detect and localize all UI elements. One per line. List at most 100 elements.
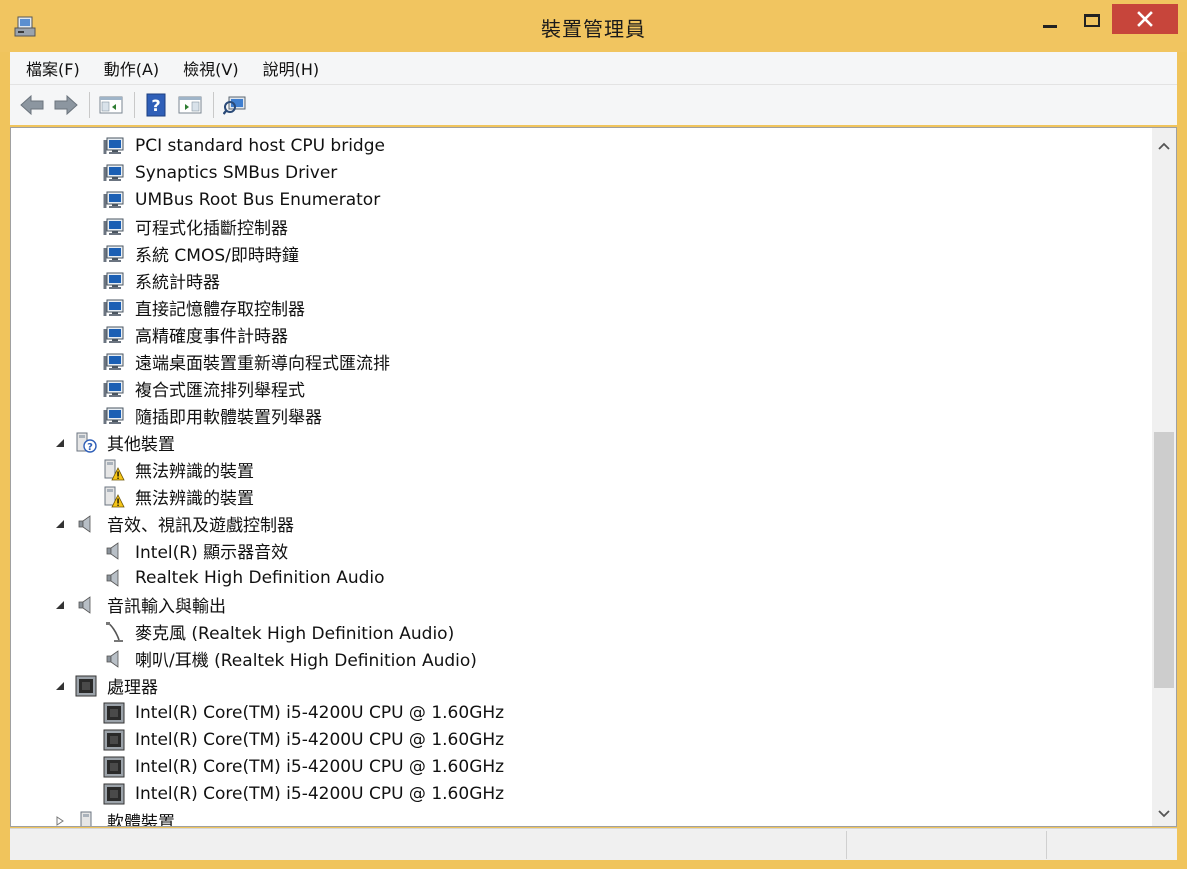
speaker-icon xyxy=(75,594,97,616)
tree-category[interactable]: ? 其他裝置 xyxy=(11,429,1151,456)
tree-device-item[interactable]: Intel(R) Core(TM) i5-4200U CPU @ 1.60GHz xyxy=(11,753,1151,780)
tree-device-item[interactable]: Intel(R) 顯示器音效 xyxy=(11,537,1151,564)
tree-device-item[interactable]: Synaptics SMBus Driver xyxy=(11,159,1151,186)
system-device-icon xyxy=(103,135,125,157)
menu-help[interactable]: 說明(H) xyxy=(253,52,330,84)
maximize-icon xyxy=(1084,13,1100,27)
system-device-icon xyxy=(103,243,125,265)
tree-item-label: Realtek High Definition Audio xyxy=(135,567,385,588)
speaker-icon xyxy=(103,648,125,670)
status-pane xyxy=(1046,831,1177,859)
menu-view[interactable]: 檢視(V) xyxy=(173,52,248,84)
system-device-icon xyxy=(103,189,125,211)
tree-device-item[interactable]: 系統計時器 xyxy=(11,267,1151,294)
tree-item-label: PCI standard host CPU bridge xyxy=(135,135,385,156)
tree-item-label: 高精確度事件計時器 xyxy=(135,327,288,347)
warning-device-icon xyxy=(103,459,125,481)
tree-item-label: 遠端桌面裝置重新導向程式匯流排 xyxy=(135,354,390,374)
scroll-down-button[interactable] xyxy=(1152,802,1176,826)
forward-button[interactable] xyxy=(50,89,82,121)
tree-device-item[interactable]: 喇叭/耳機 (Realtek High Definition Audio) xyxy=(11,645,1151,672)
minimize-button[interactable] xyxy=(1030,4,1070,36)
svg-text:?: ? xyxy=(87,442,93,453)
maximize-button[interactable] xyxy=(1072,4,1112,36)
title-bar: 裝置管理員 xyxy=(0,0,1187,52)
collapsed-arrow-icon[interactable] xyxy=(53,814,67,827)
tree-item-label: 直接記憶體存取控制器 xyxy=(135,300,305,320)
properties-pane-button[interactable] xyxy=(174,89,206,121)
tree-device-item[interactable]: Intel(R) Core(TM) i5-4200U CPU @ 1.60GHz xyxy=(11,726,1151,753)
chevron-down-icon xyxy=(1158,810,1170,818)
speaker-icon xyxy=(75,513,97,535)
tree-item-label: 隨插即用軟體裝置列舉器 xyxy=(135,408,322,428)
status-bar xyxy=(10,828,1177,860)
expanded-arrow-icon[interactable] xyxy=(53,517,67,531)
tree-device-item[interactable]: Intel(R) Core(TM) i5-4200U CPU @ 1.60GHz xyxy=(11,780,1151,807)
help-button[interactable]: ? xyxy=(140,89,172,121)
tree-category[interactable]: 處理器 xyxy=(11,672,1151,699)
tree-item-label: 喇叭/耳機 (Realtek High Definition Audio) xyxy=(135,651,477,671)
tree-device-item[interactable]: 隨插即用軟體裝置列舉器 xyxy=(11,402,1151,429)
system-device-icon xyxy=(103,351,125,373)
tree-item-label: 系統計時器 xyxy=(135,273,220,293)
tree-device-item[interactable]: 複合式匯流排列舉程式 xyxy=(11,375,1151,402)
tree-item-label: Intel(R) Core(TM) i5-4200U CPU @ 1.60GHz xyxy=(135,756,505,777)
scroll-thumb[interactable] xyxy=(1154,432,1174,688)
tree-item-label: Synaptics SMBus Driver xyxy=(135,162,338,183)
tree-device-item[interactable]: Intel(R) Core(TM) i5-4200U CPU @ 1.60GHz xyxy=(11,699,1151,726)
vertical-scrollbar[interactable] xyxy=(1152,128,1176,826)
tree-category[interactable]: 音效、視訊及遊戲控制器 xyxy=(11,510,1151,537)
tree-item-label: 音效、視訊及遊戲控制器 xyxy=(107,516,294,536)
properties-icon xyxy=(178,96,202,114)
tree-device-item[interactable]: 可程式化插斷控制器 xyxy=(11,213,1151,240)
speaker-icon xyxy=(103,567,125,589)
tree-item-label: Intel(R) Core(TM) i5-4200U CPU @ 1.60GHz xyxy=(135,729,505,750)
processor-icon xyxy=(103,756,125,778)
status-pane xyxy=(846,831,1046,859)
svg-text:?: ? xyxy=(151,96,160,115)
help-icon: ? xyxy=(146,93,166,117)
system-device-icon xyxy=(103,405,125,427)
tree-item-label: 處理器 xyxy=(107,678,158,698)
scan-hardware-icon xyxy=(223,96,246,115)
tree-item-label: 無法辨識的裝置 xyxy=(135,489,254,509)
arrow-left-icon xyxy=(20,94,44,116)
tree-item-label: 軟體裝置 xyxy=(107,813,175,827)
tree-device-item[interactable]: Realtek High Definition Audio xyxy=(11,564,1151,591)
tree-item-label: 可程式化插斷控制器 xyxy=(135,219,288,239)
tree-device-item[interactable]: 直接記憶體存取控制器 xyxy=(11,294,1151,321)
back-button[interactable] xyxy=(16,89,48,121)
system-device-icon xyxy=(103,297,125,319)
menu-file[interactable]: 檔案(F) xyxy=(16,52,90,84)
show-hide-console-tree-button[interactable] xyxy=(95,89,127,121)
scroll-up-button[interactable] xyxy=(1152,134,1176,158)
system-device-icon xyxy=(103,378,125,400)
tree-category[interactable]: 軟體裝置 xyxy=(11,807,1151,827)
toolbar-separator xyxy=(213,92,214,118)
system-device-icon xyxy=(103,270,125,292)
tree-device-item[interactable]: 無法辨識的裝置 xyxy=(11,483,1151,510)
tree-category[interactable]: 音訊輸入與輸出 xyxy=(11,591,1151,618)
system-device-icon xyxy=(103,216,125,238)
tree-device-item[interactable]: 系統 CMOS/即時時鐘 xyxy=(11,240,1151,267)
menu-action[interactable]: 動作(A) xyxy=(94,52,169,84)
toolbar: ? xyxy=(10,85,1177,125)
system-device-icon xyxy=(103,162,125,184)
close-button[interactable] xyxy=(1112,4,1178,34)
expanded-arrow-icon[interactable] xyxy=(53,679,67,693)
expanded-arrow-icon[interactable] xyxy=(53,598,67,612)
processor-icon xyxy=(103,702,125,724)
tree-item-label: 系統 CMOS/即時時鐘 xyxy=(135,246,299,266)
tree-device-item[interactable]: PCI standard host CPU bridge xyxy=(11,132,1151,159)
tree-device-item[interactable]: 無法辨識的裝置 xyxy=(11,456,1151,483)
tree-device-item[interactable]: UMBus Root Bus Enumerator xyxy=(11,186,1151,213)
device-tree[interactable]: PCI standard host CPU bridge Synaptics SM… xyxy=(10,127,1177,827)
scan-hardware-button[interactable] xyxy=(219,89,251,121)
tree-device-item[interactable]: 遠端桌面裝置重新導向程式匯流排 xyxy=(11,348,1151,375)
console-tree-icon xyxy=(99,96,123,114)
window-title: 裝置管理員 xyxy=(541,17,646,41)
close-icon xyxy=(1137,11,1153,27)
tree-device-item[interactable]: 高精確度事件計時器 xyxy=(11,321,1151,348)
tree-device-item[interactable]: 麥克風 (Realtek High Definition Audio) xyxy=(11,618,1151,645)
expanded-arrow-icon[interactable] xyxy=(53,436,67,450)
